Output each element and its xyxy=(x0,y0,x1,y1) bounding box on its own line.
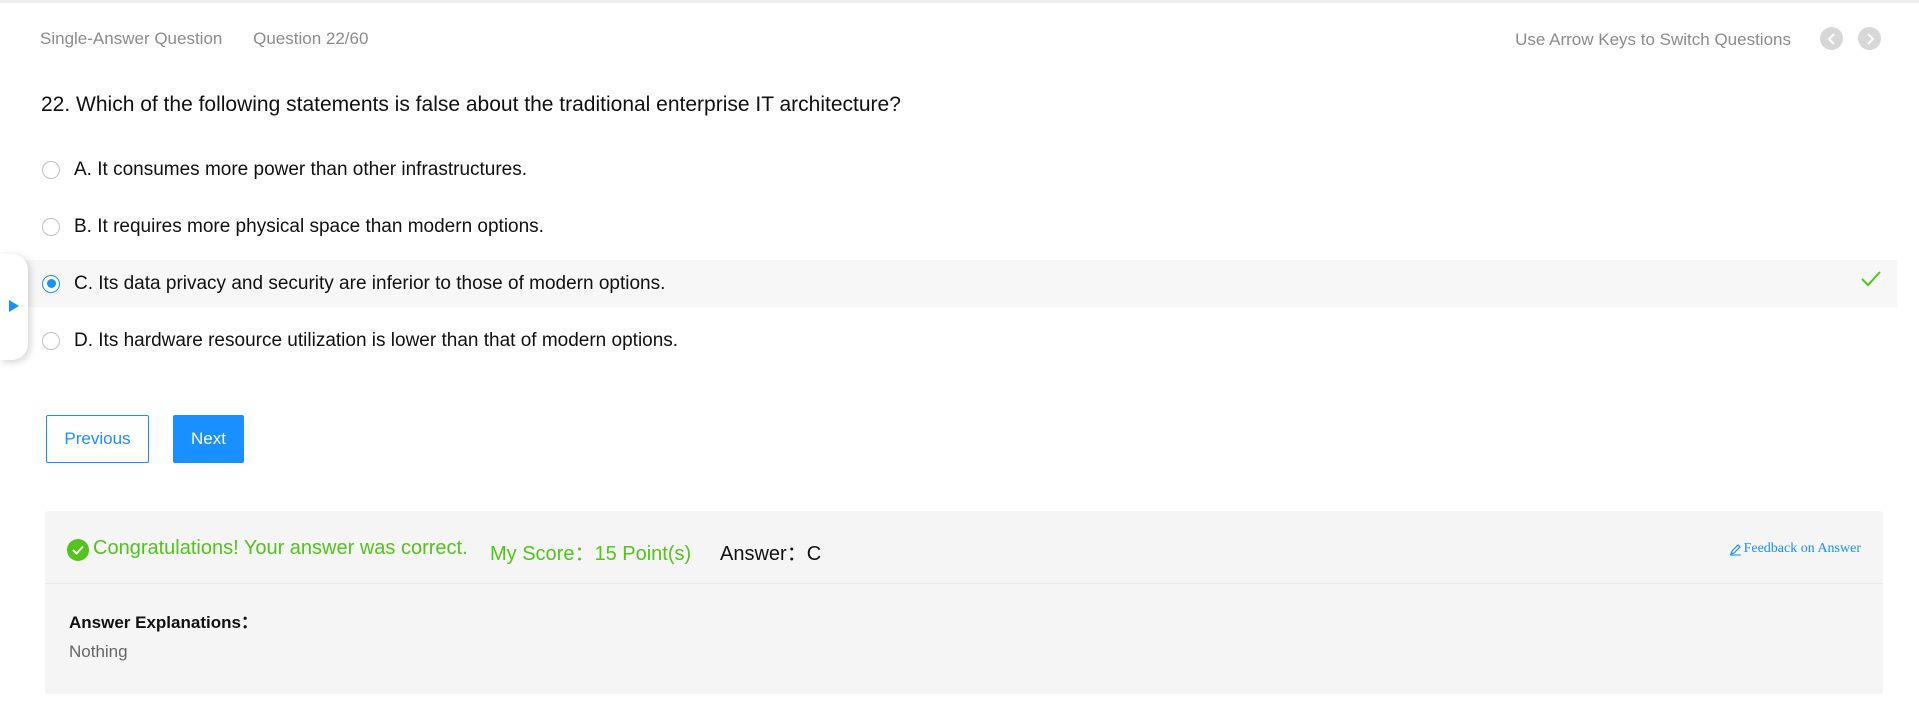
question-progress: Question 22/60 xyxy=(253,29,369,48)
option-c[interactable]: C. Its data privacy and security are inf… xyxy=(0,260,1897,307)
option-b-label: B. It requires more physical space than … xyxy=(74,215,544,237)
question-type-label: Single-Answer Question xyxy=(40,29,223,48)
previous-question-arrow[interactable] xyxy=(1820,27,1843,50)
option-c-label: C. Its data privacy and security are inf… xyxy=(74,272,666,294)
expand-triangle-icon xyxy=(9,300,19,312)
feedback-link[interactable]: Feedback on Answer xyxy=(1729,541,1861,557)
keyboard-hint: Use Arrow Keys to Switch Questions xyxy=(1515,30,1791,49)
my-score: My Score：15 Point(s) xyxy=(490,543,692,565)
checkmark-icon xyxy=(1861,271,1881,287)
option-b-radio[interactable] xyxy=(42,217,60,236)
option-a[interactable]: A. It consumes more power than other inf… xyxy=(0,146,1897,193)
option-a-radio[interactable] xyxy=(42,160,60,179)
side-panel-toggle[interactable] xyxy=(0,254,28,360)
option-c-radio[interactable] xyxy=(42,274,60,293)
option-d-radio[interactable] xyxy=(42,331,60,350)
chevron-right-icon xyxy=(1866,32,1874,45)
previous-button[interactable]: Previous xyxy=(46,415,149,463)
question-header: Single-Answer Question Question 22/60 Us… xyxy=(0,3,1919,69)
result-panel: Congratulations! Your answer was correct… xyxy=(45,511,1883,694)
explanation-text: Nothing xyxy=(69,642,128,661)
chevron-left-icon xyxy=(1827,32,1835,45)
header-info: Single-Answer Question Question 22/60 xyxy=(40,29,394,49)
option-d-label: D. Its hardware resource utilization is … xyxy=(74,329,679,351)
congrats-message: Congratulations! Your answer was correct… xyxy=(93,537,468,559)
option-d[interactable]: D. Its hardware resource utilization is … xyxy=(0,317,1897,364)
option-b[interactable]: B. It requires more physical space than … xyxy=(0,203,1897,250)
next-question-arrow[interactable] xyxy=(1858,27,1881,50)
check-circle-icon xyxy=(67,539,89,561)
result-summary: Congratulations! Your answer was correct… xyxy=(45,511,1883,584)
edit-pen-icon xyxy=(1729,543,1741,555)
question-text: 22. Which of the following statements is… xyxy=(41,93,901,116)
option-a-label: A. It consumes more power than other inf… xyxy=(74,158,528,180)
next-button[interactable]: Next xyxy=(173,415,244,463)
feedback-label: Feedback on Answer xyxy=(1743,541,1861,556)
correct-answer: Answer：C xyxy=(720,543,822,565)
explanation-title: Answer Explanations： xyxy=(69,613,258,632)
